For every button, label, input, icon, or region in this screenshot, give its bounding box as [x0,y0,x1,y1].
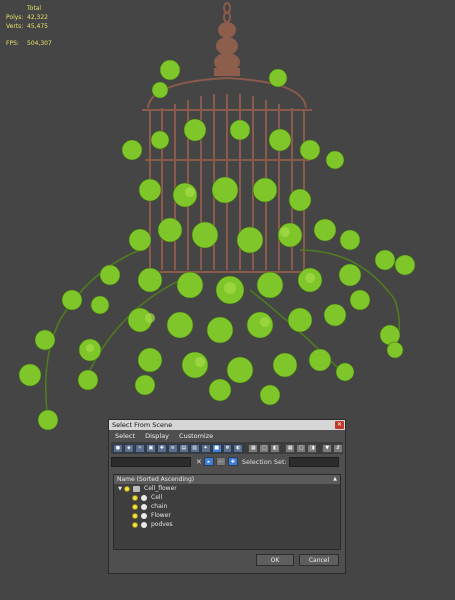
bulb-icon[interactable] [124,485,130,492]
dialog-menubar: Select Display Customize [109,430,345,442]
sync-selection-icon[interactable]: ⇵ [333,443,344,453]
select-from-scene-dialog: Select From Scene ✕ Select Display Custo… [108,419,346,574]
selection-set-label: Selection Set: [241,457,287,466]
geometry-object-icon [141,503,147,510]
display-all-icon[interactable]: ▦ [248,443,259,453]
list-header-name[interactable]: Name (Sorted Ascending) ▲ [114,475,340,484]
display-invert-icon[interactable]: ◧ [270,443,281,453]
geometry-object-icon [141,521,147,528]
display-helpers-icon[interactable]: ✚ [156,443,167,453]
geometry-object-icon [141,512,147,519]
display-none-icon[interactable]: ▢ [259,443,270,453]
close-icon[interactable]: ✕ [335,421,344,429]
menu-select[interactable]: Select [115,432,135,440]
find-input[interactable] [111,456,191,467]
list-item-label: Flower [151,512,171,519]
menu-customize[interactable]: Customize [179,432,213,440]
select-none-icon[interactable]: ▢ [296,443,307,453]
display-cameras-icon[interactable]: ▣ [145,443,156,453]
display-children-icon[interactable]: ⋯ [215,457,226,466]
search-toolbar: ✕ ▸ ⋯ ✚ Selection Set: [111,455,343,468]
display-shapes-icon[interactable]: ◈ [123,443,134,453]
display-warps-icon[interactable]: ≋ [167,443,178,453]
display-frozen-icon[interactable]: ❄ [222,443,233,453]
sort-ascending-icon: ▲ [333,476,337,482]
list-item-label: Cell [151,494,163,501]
geometry-object-icon [141,494,147,501]
list-item-cell-flower[interactable]: ▼ Cell_flower [114,484,340,493]
bulb-icon[interactable] [132,512,138,519]
display-geometry-icon[interactable]: ● [113,443,123,453]
stats-header: Total [27,5,42,12]
display-containers-icon[interactable]: ■ [211,443,222,453]
dialog-titlebar[interactable]: Select From Scene ✕ [109,420,345,430]
dialog-title: Select From Scene [112,421,173,429]
filter-toolbar: ● ◈ ✧ ▣ ✚ ≋ ▤ ▥ ✦ ■ ❄ ◐ ▦ ▢ ◧ ▦ ▢ ◨ ▼ ⇵ [111,442,344,454]
selection-set-dropdown[interactable] [288,456,339,467]
list-item-cell[interactable]: Cell [114,493,340,502]
menu-display[interactable]: Display [145,432,169,440]
find-case-sensitive-icon[interactable]: ▼ [322,443,333,453]
list-item-podves[interactable]: podves [114,520,340,529]
display-xrefs-icon[interactable]: ▥ [189,443,200,453]
ok-button[interactable]: OK [256,554,294,566]
stats-row-verts: Verts: 45,475 [6,23,48,30]
bulb-icon[interactable] [132,521,138,528]
list-item-label: podves [151,521,173,528]
viewport-statistics: Total Polys: 42,322 Verts: 45,475 FPS: 5… [6,4,52,48]
display-groups-icon[interactable]: ▤ [178,443,189,453]
display-bones-icon[interactable]: ✦ [200,443,211,453]
display-hidden-icon[interactable]: ◐ [233,443,244,453]
display-lights-icon[interactable]: ✧ [134,443,145,453]
clear-search-icon[interactable]: ✕ [196,458,202,466]
list-item-flower[interactable]: Flower [114,511,340,520]
select-all-icon[interactable]: ▦ [285,443,296,453]
stats-row-polys: Polys: 42,322 [6,14,48,21]
bulb-icon[interactable] [132,503,138,510]
list-item-label: chain [151,503,168,510]
cancel-button[interactable]: Cancel [299,554,339,566]
display-dependents-icon[interactable]: ✚ [227,457,238,466]
list-item-chain[interactable]: chain [114,502,340,511]
select-invert-icon[interactable]: ◨ [307,443,318,453]
collapse-icon[interactable]: ▼ [116,486,124,492]
group-icon [133,485,140,492]
stats-row-fps: FPS: 504,307 [6,40,52,47]
list-item-label: Cell_flower [144,485,177,492]
filter-selected-icon[interactable]: ▸ [203,457,214,466]
object-list[interactable]: Name (Sorted Ascending) ▲ ▼ Cell_flower … [113,474,341,550]
bulb-icon[interactable] [132,494,138,501]
